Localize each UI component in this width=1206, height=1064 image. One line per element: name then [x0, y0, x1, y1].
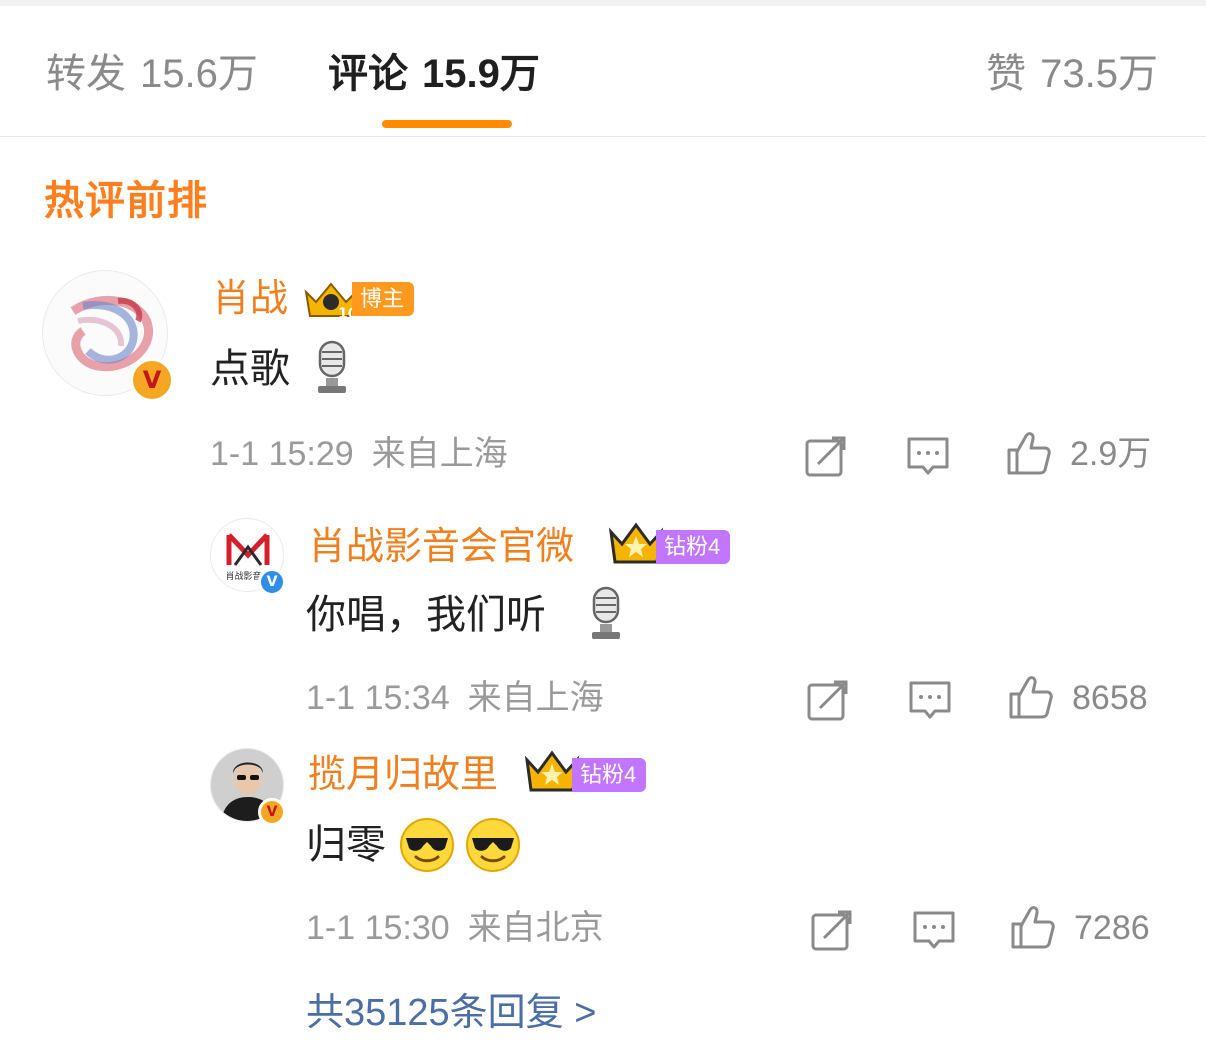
reply-meta: 1-1 15:34 来自上海 [306, 678, 604, 718]
fan-tag: 钻粉4 [572, 758, 647, 792]
reply-text: 归零 [306, 823, 386, 867]
like-count: 7286 [1074, 909, 1150, 947]
section-title: 热评前排 [44, 179, 208, 223]
like-count: 8658 [1072, 679, 1148, 717]
tab-like-count: 73.5万 [1040, 52, 1158, 96]
comment-meta: 1-1 15:29 来自上海 [210, 434, 508, 474]
verified-badge-icon: V [130, 358, 174, 402]
comment-author[interactable]: 肖战 [212, 276, 288, 322]
tab-comment-count: 15.9万 [422, 52, 540, 96]
reply-location: 来自上海 [467, 679, 604, 717]
reply-text: 你唱，我们听 [306, 593, 546, 637]
tab-bar: 转发 15.6万 评论 15.9万 赞 73.5万 [0, 6, 1206, 137]
verified-badge-icon: V [258, 798, 286, 826]
reply-meta: 1-1 15:30 来自北京 [306, 908, 604, 948]
reply-location: 来自北京 [467, 909, 604, 947]
comment-location: 来自上海 [371, 435, 508, 473]
microphone-icon [592, 586, 620, 639]
more-replies-link[interactable]: 共35125条回复 > [306, 990, 596, 1036]
reply-date: 1-1 15:34 [306, 679, 450, 717]
share-icon[interactable] [806, 678, 850, 722]
microphone-icon [318, 340, 346, 393]
reply-date: 1-1 15:30 [306, 909, 450, 947]
tab-comment-label: 评论 [328, 52, 408, 96]
share-icon[interactable] [810, 908, 854, 952]
reply-icon[interactable] [906, 434, 950, 478]
fan-tag: 钻粉4 [656, 530, 731, 564]
reply-icon[interactable] [912, 908, 956, 952]
sunglasses-emoji-icon [466, 818, 520, 872]
tab-repost-count: 15.6万 [140, 52, 258, 96]
reply-icon[interactable] [908, 678, 952, 722]
active-tab-indicator [382, 120, 512, 128]
tab-repost[interactable]: 转发 15.6万 [46, 50, 258, 98]
author-tag: 博主 [352, 282, 415, 316]
like-icon[interactable] [1010, 904, 1056, 950]
tab-like-label: 赞 [986, 52, 1027, 96]
verified-badge-icon: V [258, 568, 286, 596]
share-icon[interactable] [804, 434, 848, 478]
sunglasses-emoji-icon [400, 818, 454, 872]
like-icon[interactable] [1006, 430, 1052, 476]
like-count: 2.9万 [1070, 435, 1152, 473]
tab-like[interactable]: 赞 73.5万 [986, 50, 1158, 98]
tab-repost-label: 转发 [46, 52, 126, 96]
reply-author[interactable]: 揽月归故里 [308, 752, 498, 798]
comment-text: 点歌 [210, 347, 290, 391]
tab-comment[interactable]: 评论 15.9万 [328, 50, 540, 98]
comment-date: 1-1 15:29 [210, 435, 354, 473]
reply-author[interactable]: 肖战影音会官微 [308, 524, 574, 570]
like-icon[interactable] [1008, 674, 1054, 720]
